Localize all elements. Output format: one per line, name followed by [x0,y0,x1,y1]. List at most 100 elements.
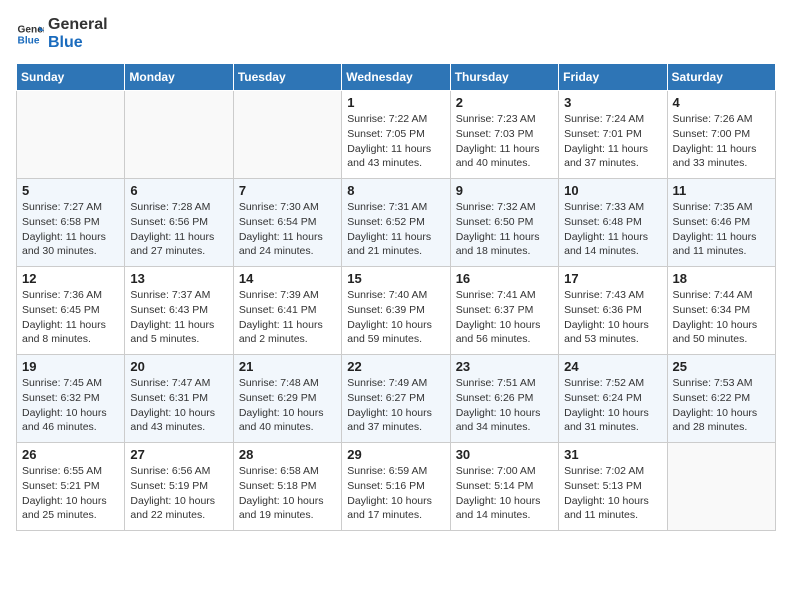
day-info: Sunrise: 7:26 AM Sunset: 7:00 PM Dayligh… [673,112,770,171]
calendar-cell: 19Sunrise: 7:45 AM Sunset: 6:32 PM Dayli… [17,355,125,443]
day-info: Sunrise: 7:43 AM Sunset: 6:36 PM Dayligh… [564,288,661,347]
day-info: Sunrise: 6:55 AM Sunset: 5:21 PM Dayligh… [22,464,119,523]
day-number: 27 [130,447,227,462]
calendar-cell: 31 Sunrise: 7:02 AM Sunset: 5:13 PM Dayli… [559,443,667,531]
calendar-cell [233,91,341,179]
calendar-cell: 7Sunrise: 7:30 AM Sunset: 6:54 PM Daylig… [233,179,341,267]
day-number: 17 [564,271,661,286]
calendar-cell: 25 Sunrise: 7:53 AM Sunset: 6:22 PM Dayli… [667,355,775,443]
calendar-cell: 13 Sunrise: 7:37 AM Sunset: 6:43 PM Dayli… [125,267,233,355]
calendar-cell: 4 Sunrise: 7:26 AM Sunset: 7:00 PM Daylig… [667,91,775,179]
day-info: Sunrise: 7:36 AM Sunset: 6:45 PM Dayligh… [22,288,119,347]
day-number: 18 [673,271,770,286]
column-header-saturday: Saturday [667,64,775,91]
day-number: 11 [673,183,770,198]
svg-text:Blue: Blue [18,35,40,46]
day-number: 3 [564,95,661,110]
day-info: Sunrise: 7:22 AM Sunset: 7:05 PM Dayligh… [347,112,444,171]
column-header-thursday: Thursday [450,64,558,91]
calendar-cell: 14Sunrise: 7:39 AM Sunset: 6:41 PM Dayli… [233,267,341,355]
day-info: Sunrise: 7:00 AM Sunset: 5:14 PM Dayligh… [456,464,553,523]
calendar-cell [667,443,775,531]
day-number: 30 [456,447,553,462]
day-number: 21 [239,359,336,374]
calendar-cell: 21Sunrise: 7:48 AM Sunset: 6:29 PM Dayli… [233,355,341,443]
day-info: Sunrise: 6:58 AM Sunset: 5:18 PM Dayligh… [239,464,336,523]
column-header-monday: Monday [125,64,233,91]
day-number: 24 [564,359,661,374]
day-number: 26 [22,447,119,462]
day-number: 1 [347,95,444,110]
day-info: Sunrise: 7:32 AM Sunset: 6:50 PM Dayligh… [456,200,553,259]
column-header-friday: Friday [559,64,667,91]
day-info: Sunrise: 7:35 AM Sunset: 6:46 PM Dayligh… [673,200,770,259]
day-info: Sunrise: 7:33 AM Sunset: 6:48 PM Dayligh… [564,200,661,259]
day-number: 15 [347,271,444,286]
calendar-cell: 6 Sunrise: 7:28 AM Sunset: 6:56 PM Daylig… [125,179,233,267]
day-info: Sunrise: 7:02 AM Sunset: 5:13 PM Dayligh… [564,464,661,523]
day-info: Sunrise: 7:24 AM Sunset: 7:01 PM Dayligh… [564,112,661,171]
calendar-cell: 18 Sunrise: 7:44 AM Sunset: 6:34 PM Dayli… [667,267,775,355]
calendar-cell: 2 Sunrise: 7:23 AM Sunset: 7:03 PM Daylig… [450,91,558,179]
calendar-cell: 10 Sunrise: 7:33 AM Sunset: 6:48 PM Dayli… [559,179,667,267]
logo-icon: General Blue [16,20,44,48]
day-info: Sunrise: 7:51 AM Sunset: 6:26 PM Dayligh… [456,376,553,435]
day-info: Sunrise: 6:59 AM Sunset: 5:16 PM Dayligh… [347,464,444,523]
calendar-cell: 28 Sunrise: 6:58 AM Sunset: 5:18 PM Dayli… [233,443,341,531]
day-info: Sunrise: 7:44 AM Sunset: 6:34 PM Dayligh… [673,288,770,347]
calendar-cell: 30 Sunrise: 7:00 AM Sunset: 5:14 PM Dayli… [450,443,558,531]
calendar-cell: 9 Sunrise: 7:32 AM Sunset: 6:50 PM Daylig… [450,179,558,267]
calendar-cell: 11 Sunrise: 7:35 AM Sunset: 6:46 PM Dayli… [667,179,775,267]
calendar-cell: 16 Sunrise: 7:41 AM Sunset: 6:37 PM Dayli… [450,267,558,355]
day-info: Sunrise: 7:53 AM Sunset: 6:22 PM Dayligh… [673,376,770,435]
day-number: 22 [347,359,444,374]
calendar-cell: 3 Sunrise: 7:24 AM Sunset: 7:01 PM Daylig… [559,91,667,179]
calendar-cell [17,91,125,179]
day-number: 9 [456,183,553,198]
day-number: 14 [239,271,336,286]
calendar-cell: 12Sunrise: 7:36 AM Sunset: 6:45 PM Dayli… [17,267,125,355]
calendar-cell: 17 Sunrise: 7:43 AM Sunset: 6:36 PM Dayli… [559,267,667,355]
calendar-cell: 27 Sunrise: 6:56 AM Sunset: 5:19 PM Dayli… [125,443,233,531]
day-info: Sunrise: 7:23 AM Sunset: 7:03 PM Dayligh… [456,112,553,171]
day-info: Sunrise: 7:31 AM Sunset: 6:52 PM Dayligh… [347,200,444,259]
column-header-wednesday: Wednesday [342,64,450,91]
day-info: Sunrise: 7:40 AM Sunset: 6:39 PM Dayligh… [347,288,444,347]
day-number: 16 [456,271,553,286]
calendar-cell: 20 Sunrise: 7:47 AM Sunset: 6:31 PM Dayli… [125,355,233,443]
day-number: 13 [130,271,227,286]
day-number: 28 [239,447,336,462]
day-number: 6 [130,183,227,198]
day-number: 31 [564,447,661,462]
day-info: Sunrise: 7:30 AM Sunset: 6:54 PM Dayligh… [239,200,336,259]
day-info: Sunrise: 7:27 AM Sunset: 6:58 PM Dayligh… [22,200,119,259]
day-info: Sunrise: 7:49 AM Sunset: 6:27 PM Dayligh… [347,376,444,435]
calendar-table: SundayMondayTuesdayWednesdayThursdayFrid… [16,63,776,531]
calendar-cell: 8 Sunrise: 7:31 AM Sunset: 6:52 PM Daylig… [342,179,450,267]
calendar-cell: 22 Sunrise: 7:49 AM Sunset: 6:27 PM Dayli… [342,355,450,443]
calendar-cell [125,91,233,179]
logo: General Blue General Blue [16,16,108,51]
day-info: Sunrise: 6:56 AM Sunset: 5:19 PM Dayligh… [130,464,227,523]
calendar-cell: 15 Sunrise: 7:40 AM Sunset: 6:39 PM Dayli… [342,267,450,355]
day-info: Sunrise: 7:28 AM Sunset: 6:56 PM Dayligh… [130,200,227,259]
calendar-cell: 23Sunrise: 7:51 AM Sunset: 6:26 PM Dayli… [450,355,558,443]
calendar-cell: 1 Sunrise: 7:22 AM Sunset: 7:05 PM Daylig… [342,91,450,179]
day-number: 20 [130,359,227,374]
day-number: 8 [347,183,444,198]
day-info: Sunrise: 7:47 AM Sunset: 6:31 PM Dayligh… [130,376,227,435]
day-number: 2 [456,95,553,110]
column-header-tuesday: Tuesday [233,64,341,91]
day-number: 29 [347,447,444,462]
day-info: Sunrise: 7:37 AM Sunset: 6:43 PM Dayligh… [130,288,227,347]
day-info: Sunrise: 7:41 AM Sunset: 6:37 PM Dayligh… [456,288,553,347]
column-header-sunday: Sunday [17,64,125,91]
calendar-cell: 5Sunrise: 7:27 AM Sunset: 6:58 PM Daylig… [17,179,125,267]
calendar-cell: 26 Sunrise: 6:55 AM Sunset: 5:21 PM Dayli… [17,443,125,531]
calendar-cell: 29 Sunrise: 6:59 AM Sunset: 5:16 PM Dayli… [342,443,450,531]
day-number: 4 [673,95,770,110]
day-number: 10 [564,183,661,198]
page-header: General Blue General Blue [16,16,776,51]
day-number: 25 [673,359,770,374]
day-info: Sunrise: 7:52 AM Sunset: 6:24 PM Dayligh… [564,376,661,435]
